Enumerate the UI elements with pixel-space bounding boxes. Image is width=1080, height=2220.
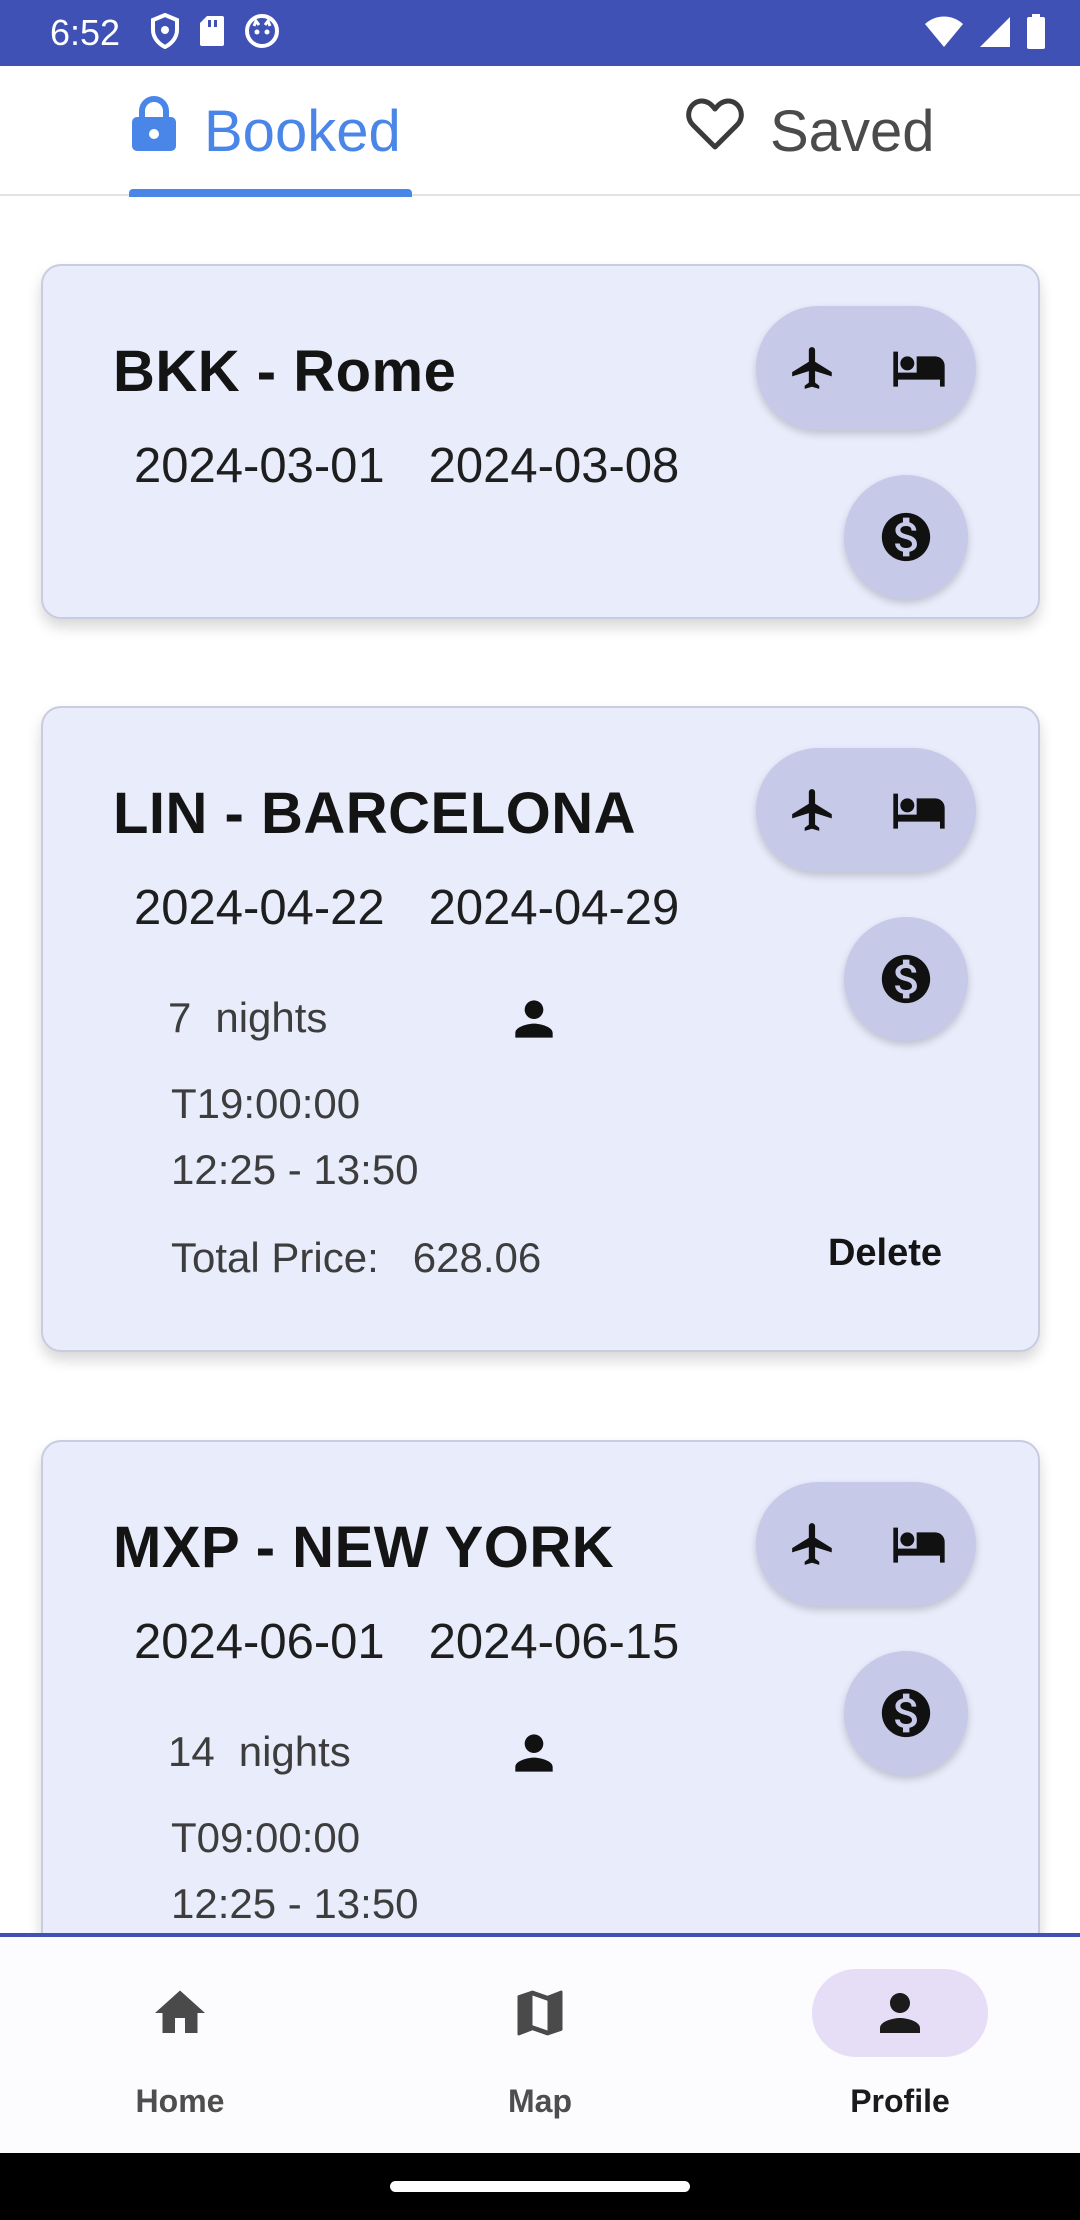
status-left-icons [150, 12, 280, 54]
active-tab-indicator [129, 189, 412, 197]
signal-icon [978, 15, 1012, 54]
bed-icon [893, 351, 945, 387]
nights-count: 7 [168, 994, 192, 1041]
nav-profile-icon-container [812, 1969, 988, 2057]
bottom-navigation: Home Map Profile [0, 1933, 1080, 2153]
person-icon [880, 1993, 920, 2033]
trip-end-date: 2024-04-29 [428, 881, 680, 935]
delete-button[interactable]: Delete [828, 1232, 942, 1275]
heart-outline-icon [686, 97, 770, 165]
trip-end-date: 2024-03-08 [428, 439, 680, 493]
nights-label: nights [238, 1728, 351, 1775]
status-time: 6:52 [50, 12, 121, 53]
shield-icon [150, 12, 180, 54]
trip-dates: 2024-04-22 2024-04-29 [134, 880, 679, 936]
flight-button[interactable] [782, 337, 844, 399]
trip-card[interactable]: BKK - Rome 2024-03-01 2024-03-08 [41, 264, 1040, 619]
nav-home[interactable]: Home [50, 1937, 310, 2149]
departure-time: T09:00:00 [171, 1814, 361, 1861]
trip-dates: 2024-03-01 2024-03-08 [134, 438, 679, 494]
airplane-icon [792, 347, 832, 389]
airplane-icon [792, 1523, 832, 1565]
nav-profile[interactable]: Profile [770, 1937, 1030, 2149]
trip-title: LIN - BARCELONA [113, 781, 637, 846]
trip-end-date: 2024-06-15 [428, 1615, 680, 1669]
trip-start-date: 2024-03-01 [134, 439, 385, 493]
tab-saved-label: Saved [770, 98, 935, 164]
trip-start-date: 2024-06-01 [134, 1615, 385, 1669]
system-navigation-bar [0, 2153, 1080, 2220]
hotel-button[interactable] [888, 337, 950, 399]
home-gesture-handle[interactable] [390, 2181, 690, 2192]
dollar-circle-icon [881, 512, 931, 562]
wifi-icon [924, 15, 964, 54]
nav-home-label: Home [135, 2083, 225, 2119]
lock-icon [130, 95, 204, 167]
booking-toggle-group [756, 1482, 976, 1606]
tab-saved[interactable]: Saved [686, 66, 934, 196]
dollar-circle-icon [881, 954, 931, 1004]
flight-button[interactable] [782, 779, 844, 841]
nav-map-label: Map [508, 2083, 572, 2119]
total-price-value: 628.06 [412, 1234, 542, 1281]
trip-dates: 2024-06-01 2024-06-15 [134, 1614, 679, 1670]
nav-map-icon-container [452, 1969, 628, 2057]
nav-map[interactable]: Map [410, 1937, 670, 2149]
trip-card[interactable]: LIN - BARCELONA 2024-04-22 2024-04-29 7 ni… [41, 706, 1040, 1352]
price-button[interactable] [844, 917, 968, 1041]
bed-icon [893, 1527, 945, 1563]
battery-icon [1026, 14, 1046, 55]
person-icon [506, 991, 562, 1052]
dollar-circle-icon [881, 1688, 931, 1738]
trip-card[interactable]: MXP - NEW YORK 2024-06-01 2024-06-15 14 ni… [41, 1440, 1040, 1934]
trip-list[interactable]: BKK - Rome 2024-03-01 2024-03-08 LIN - BA… [0, 198, 1080, 1934]
trip-start-date: 2024-04-22 [134, 881, 385, 935]
hotel-button[interactable] [888, 1513, 950, 1575]
home-icon [155, 1990, 205, 2033]
nights-info: 7 nights [168, 994, 327, 1042]
booking-toggle-group [756, 306, 976, 430]
booking-toggle-group [756, 748, 976, 872]
status-bar: 6:52 [0, 0, 1080, 66]
screen: 6:52 Booked Saved BKK - Rome 2024-03-01 … [0, 0, 1080, 2220]
trip-title: BKK - Rome [113, 339, 457, 404]
bed-icon [893, 793, 945, 829]
cat-face-icon [244, 13, 280, 54]
nav-home-icon-container [92, 1969, 268, 2057]
departure-time: T19:00:00 [171, 1080, 361, 1127]
status-right-icons [924, 14, 1046, 55]
total-price-row: Total Price: 628.06 [171, 1234, 541, 1282]
nights-info: 14 nights [168, 1728, 351, 1776]
tab-bar: Booked Saved [0, 66, 1080, 197]
nights-count: 14 [168, 1728, 215, 1775]
person-icon [506, 1725, 562, 1786]
nav-profile-label: Profile [850, 2083, 950, 2119]
hotel-button[interactable] [888, 779, 950, 841]
tab-booked-label: Booked [204, 98, 401, 164]
price-button[interactable] [844, 475, 968, 599]
total-price-label: Total Price: [171, 1234, 379, 1281]
flight-window: 12:25 - 13:50 [171, 1880, 419, 1927]
tab-booked[interactable]: Booked [130, 66, 401, 196]
nights-label: nights [215, 994, 328, 1041]
trip-title: MXP - NEW YORK [113, 1515, 615, 1580]
airplane-icon [792, 789, 832, 831]
price-button[interactable] [844, 1651, 968, 1775]
sd-card-icon [198, 14, 226, 53]
map-icon [517, 1990, 563, 2036]
flight-button[interactable] [782, 1513, 844, 1575]
flight-window: 12:25 - 13:50 [171, 1146, 419, 1193]
